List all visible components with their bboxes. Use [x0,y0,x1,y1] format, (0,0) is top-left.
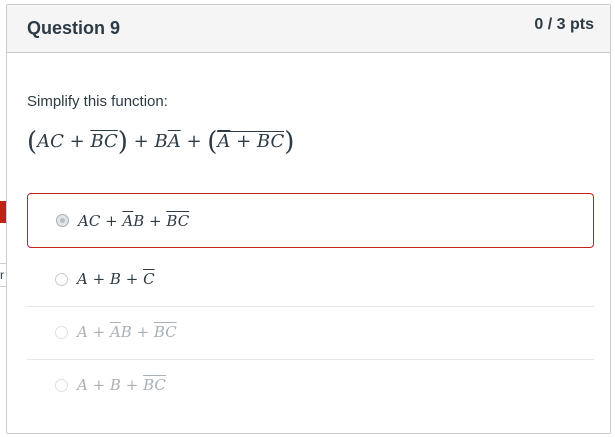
question-prompt: Simplify this function: [27,93,168,110]
answer-label: A + B + C [77,270,155,288]
answer-label: A + B + BC [77,376,166,394]
question-title: Question 9 [27,18,121,38]
question-points: 0 / 3 pts [534,16,594,33]
radio-button[interactable] [55,379,68,392]
radio-button[interactable] [55,326,68,339]
answer-label: AC + AB + BC [78,212,190,230]
answer-label: A + AB + BC [77,323,177,341]
question-header: Question 9 0 / 3 pts [7,5,610,53]
question-card: Question 9 0 / 3 pts Simplify this funct… [6,4,611,434]
answer-option-1[interactable]: AC + AB + BC [27,193,594,248]
answer-option-4[interactable]: A + B + BC [27,360,594,412]
radio-button[interactable] [55,273,68,286]
radio-button[interactable] [56,214,69,227]
function-expression: (AC + BC) + BA + (A + BC) [27,127,295,157]
answer-option-2[interactable]: A + B + C [27,254,594,307]
answer-list: AC + AB + BC A + B + C A + AB + BC A + B… [27,193,594,412]
answer-option-3[interactable]: A + AB + BC [27,307,594,360]
